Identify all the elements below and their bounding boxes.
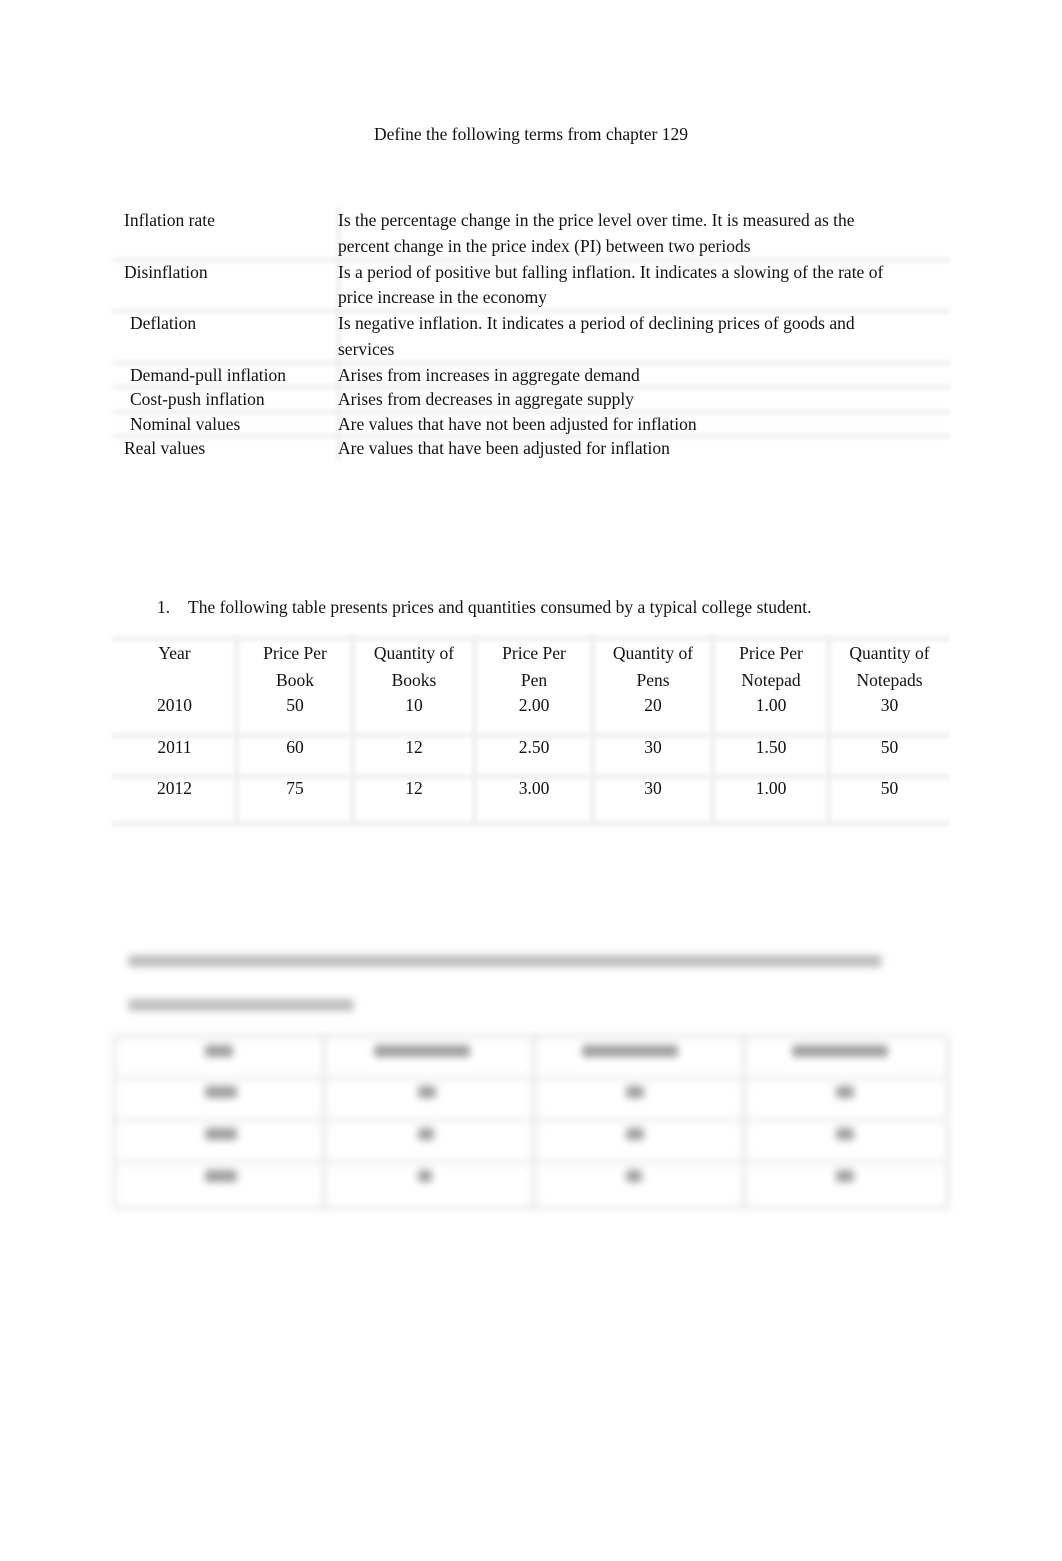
- blurred-cell: [418, 1170, 432, 1182]
- question-text: The following table presents prices and …: [188, 597, 812, 617]
- table-cell: 2.00: [518, 695, 550, 715]
- table-cell: 30: [644, 736, 662, 757]
- blurred-cell: [205, 1045, 233, 1057]
- term-label: Deflation: [130, 313, 197, 334]
- blurred-cell: [626, 1170, 642, 1182]
- blurred-cell: [205, 1086, 237, 1098]
- table-cell: 50: [880, 736, 899, 757]
- term-row: Nominal values Are values that have not …: [112, 412, 950, 437]
- column-header-year: Year: [158, 643, 191, 663]
- term-row: Real values Are values that have been ad…: [112, 436, 950, 461]
- blurred-cell: [205, 1128, 237, 1140]
- term-row: Cost-push inflation Arises from decrease…: [112, 387, 950, 412]
- blurred-cell: [626, 1086, 644, 1098]
- term-row: Demand-pull inflation Arises from increa…: [112, 363, 950, 388]
- column-divider: [742, 1034, 746, 1210]
- blurred-cell: [418, 1128, 434, 1140]
- column-header-price-book: Price Per Book: [263, 643, 327, 690]
- column-header-qty-notepads: Quantity of Notepads: [849, 643, 930, 690]
- column-header-qty-books: Quantity of Books: [373, 643, 455, 690]
- table-row: 2011 60 12 2.50 30 1.50 50: [112, 735, 950, 777]
- blurred-cell: [205, 1170, 237, 1182]
- term-label: Real values: [124, 438, 206, 459]
- blurred-cell: [836, 1086, 854, 1098]
- blurred-cell: [836, 1128, 854, 1140]
- table-row: 2010 50 10 2.00 20 1.00 30: [112, 693, 950, 735]
- table-cell: 60: [286, 736, 304, 757]
- definition-line: percent change in the price index (PI) b…: [338, 235, 751, 256]
- term-definition: Is a period of positive but falling infl…: [338, 260, 950, 312]
- definition-line: services: [338, 338, 395, 359]
- question-number: 1.: [157, 597, 171, 617]
- table-frame: [112, 1034, 950, 1210]
- table-cell: 12: [405, 736, 423, 757]
- term-row: Inflation rate Is the percentage change …: [112, 208, 950, 260]
- blurred-cell: [792, 1045, 888, 1057]
- table-cell: 2012: [157, 778, 192, 798]
- term-definition: Is the percentage change in the price le…: [338, 208, 950, 260]
- table-cell: 1.00: [755, 778, 787, 798]
- table-cell: 2010: [157, 695, 192, 715]
- terms-table: Inflation rate Is the percentage change …: [112, 208, 950, 461]
- blurred-cell: [418, 1086, 436, 1098]
- column-header-qty-pens: Quantity of Pens: [612, 643, 694, 690]
- column-header-price-notepad: Price Per Notepad: [739, 643, 803, 690]
- table-cell: 2011: [157, 736, 192, 757]
- term-definition: Are values that have not been adjusted f…: [338, 413, 697, 434]
- definition-line: Is a period of positive but falling infl…: [338, 261, 884, 282]
- question-1: 1. The following table presents prices an…: [157, 597, 812, 618]
- table-cell: 2.50: [518, 736, 550, 757]
- term-label: Demand-pull inflation: [130, 364, 287, 385]
- column-divider: [532, 1034, 536, 1210]
- row-divider: [112, 1076, 950, 1080]
- definition-line: Is the percentage change in the price le…: [338, 210, 855, 230]
- blurred-cell: [836, 1170, 854, 1182]
- row-divider: [112, 1118, 950, 1122]
- table-cell: 50: [880, 778, 899, 798]
- table-cell: 50: [286, 695, 304, 715]
- table-row: 2012 75 12 3.00 30 1.00 50: [112, 776, 950, 818]
- blurred-cell: [582, 1045, 678, 1057]
- table-cell: 1.50: [755, 736, 787, 757]
- header-row: Year Price Per Book Quantity of Books Pric…: [112, 636, 950, 693]
- table-cell: 30: [644, 778, 662, 798]
- table-cell: 30: [880, 695, 899, 715]
- row-divider: [112, 1160, 950, 1164]
- table-cell: 20: [644, 695, 662, 715]
- term-definition: Arises from increases in aggregate deman…: [338, 364, 640, 385]
- term-definition: Arises from decreases in aggregate suppl…: [338, 389, 634, 410]
- term-definition: Are values that have been adjusted for i…: [338, 438, 670, 459]
- blurred-cell: [374, 1045, 470, 1057]
- term-label: Cost-push inflation: [130, 389, 265, 410]
- term-definition: Is negative inflation. It indicates a pe…: [338, 311, 950, 363]
- term-row: Deflation Is negative inflation. It indi…: [112, 311, 950, 363]
- blurred-text-line: [128, 955, 882, 967]
- blurred-text-line: [128, 999, 354, 1011]
- table-cell: 12: [405, 778, 423, 798]
- term-label: Nominal values: [130, 413, 241, 434]
- prices-table: Year Price Per Book Quantity of Books Pric…: [112, 636, 950, 826]
- blurred-table: [112, 1034, 950, 1210]
- row-divider: [112, 821, 950, 826]
- table-cell: 75: [286, 778, 304, 798]
- table-cell: 3.00: [518, 778, 550, 798]
- term-label: Disinflation: [124, 261, 208, 282]
- column-divider: [322, 1034, 326, 1210]
- table-cell: 1.00: [755, 695, 787, 715]
- definition-line: Is negative inflation. It indicates a pe…: [338, 313, 855, 334]
- definition-line: price increase in the economy: [338, 287, 547, 308]
- page-title: Define the following terms from chapter …: [374, 124, 688, 144]
- term-label: Inflation rate: [124, 210, 215, 230]
- column-header-price-pen: Price Per Pen: [502, 643, 566, 690]
- table-cell: 10: [405, 695, 423, 715]
- term-row: Disinflation Is a period of positive but…: [112, 260, 950, 312]
- blurred-cell: [626, 1128, 644, 1140]
